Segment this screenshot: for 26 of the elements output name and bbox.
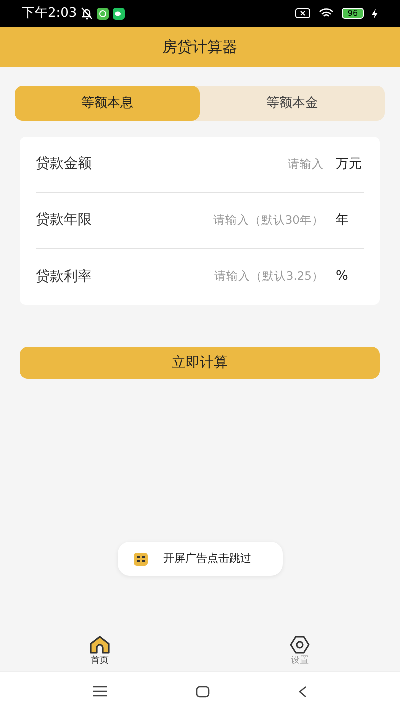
bell-off-icon [81, 7, 94, 20]
ad-icon [134, 552, 148, 566]
nav-tab[interactable]: 首页 [0, 632, 200, 671]
tab[interactable]: 等额本金 [200, 86, 385, 121]
menu-icon[interactable] [92, 686, 107, 697]
page-title: 房贷计算器 [162, 36, 238, 58]
wifi-icon [319, 8, 334, 19]
home-button-icon[interactable] [196, 686, 210, 698]
battery-indicator: 96 [342, 8, 364, 19]
field-label: 贷款金额 [36, 155, 92, 174]
tab[interactable]: 等额本息 [15, 86, 200, 121]
toast-text: 开屏广告点击跳过 [164, 550, 252, 567]
chat-icon [113, 8, 126, 20]
field-label: 贷款年限 [36, 211, 92, 230]
unit-label: 年 [335, 212, 350, 230]
settings-icon [289, 634, 311, 655]
app-icon [97, 8, 110, 20]
field-label: 贷款利率 [36, 268, 92, 286]
unit-label: % [335, 268, 350, 286]
charging-icon [372, 8, 378, 18]
status-time: 下午2:03 [22, 4, 78, 23]
home-icon [89, 634, 111, 655]
calculate-button[interactable]: 立即计算 [20, 347, 380, 379]
back-icon[interactable] [299, 686, 308, 698]
sim-icon [295, 8, 311, 19]
unit-label: 万元 [335, 156, 363, 174]
